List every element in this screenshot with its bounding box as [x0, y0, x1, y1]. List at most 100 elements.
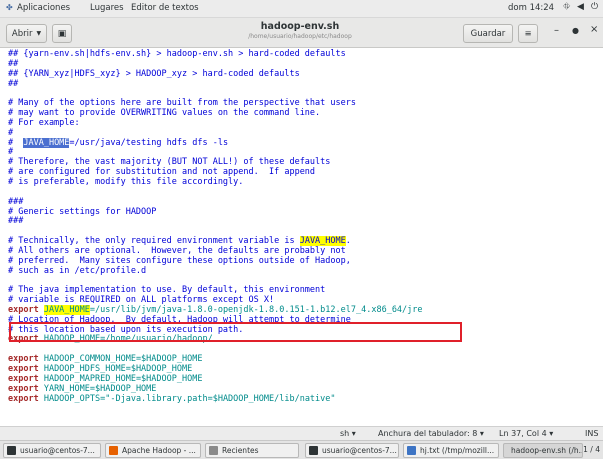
terminal-icon: [309, 446, 318, 455]
code-token: #: [8, 127, 14, 138]
taskbar-item-label: usuario@centos-7...: [322, 446, 397, 455]
code-token: # Many of the options here are built fro…: [8, 98, 356, 109]
code-token: HADOOP_OPTS="-Djava.library.path=$HADOOP…: [43, 393, 336, 404]
code-line[interactable]: ##: [8, 78, 423, 90]
taskbar-item-label: usuario@centos-7...: [20, 446, 95, 455]
close-icon[interactable]: ×: [590, 24, 598, 35]
code-token: # are configured for substitution and no…: [8, 167, 316, 178]
hamburger-icon: ≡: [524, 28, 532, 39]
code-token: export: [8, 304, 44, 315]
document-path: /home/usuario/hadoop/etc/hadoop: [248, 33, 352, 40]
code-token: ###: [8, 216, 24, 227]
taskbar-item-label: hadoop-env.sh (/h...: [511, 446, 583, 455]
code-token: ## {yarn-env.sh|hdfs-env.sh} > hadoop-en…: [8, 49, 346, 59]
code-token: =/usr/lib/jvm/java-1.8.0-openjdk-1.8.0.1…: [89, 304, 423, 315]
taskbar-item[interactable]: Recientes: [205, 443, 299, 458]
code-token: ##: [8, 78, 19, 89]
code-token: # is preferable, modify this file accord…: [8, 176, 244, 187]
tab-width-selector[interactable]: Anchura del tabulador: 8 ▾: [378, 429, 484, 438]
open-label: Abrir: [11, 28, 33, 39]
clock[interactable]: dom 14:24: [508, 3, 554, 13]
places-menu[interactable]: Lugares: [90, 3, 124, 13]
taskbar-item-label: hj.txt (/tmp/mozill...: [420, 446, 495, 455]
applications-label: Aplicaciones: [17, 3, 71, 13]
code-token: JAVA_HOME: [299, 236, 346, 247]
menu-button[interactable]: ≡: [518, 24, 538, 43]
code-token: export: [8, 373, 44, 384]
taskbar: usuario@centos-7... Apache Hadoop - ... Re…: [0, 440, 603, 459]
code-token: HADOOP_COMMON_HOME=$HADOOP_HOME: [43, 354, 203, 365]
document-title: hadoop-env.sh: [260, 21, 340, 32]
code-token: # For example:: [8, 117, 80, 128]
code-token: JAVA_HOME: [23, 137, 70, 148]
cursor-position[interactable]: Ln 37, Col 4 ▾: [499, 429, 553, 438]
text-editor-area[interactable]: ## {yarn-env.sh|hdfs-env.sh} > hadoop-en…: [0, 49, 603, 426]
code-token: # Therefore, the vast majority (BUT NOT …: [8, 157, 331, 168]
insert-mode: INS: [585, 429, 599, 438]
save-button[interactable]: Guardar: [463, 24, 513, 43]
code-token: JAVA_HOME: [43, 304, 90, 315]
code-line[interactable]: # is preferable, modify this file accord…: [8, 176, 423, 188]
code-token: HADOOP_HDFS_HOME=$HADOOP_HOME: [43, 364, 193, 374]
code-token: ###: [8, 196, 24, 207]
code-token: export: [8, 393, 44, 404]
header-bar: Abrir ▼ ▣ hadoop-env.sh /home/usuario/had…: [0, 18, 603, 48]
code-token: # Generic settings for HADOOP: [8, 206, 157, 217]
code-token: .: [345, 236, 351, 247]
open-button[interactable]: Abrir ▼: [6, 24, 47, 43]
code-content[interactable]: ## {yarn-env.sh|hdfs-env.sh} > hadoop-en…: [8, 49, 423, 405]
code-token: #: [8, 137, 24, 148]
code-token: export: [8, 354, 44, 365]
code-token: export: [8, 364, 44, 374]
code-token: # Technically, the only required environ…: [8, 236, 300, 247]
language-selector[interactable]: sh ▾: [340, 429, 356, 438]
code-token: =/usr/java/testing hdfs dfs -ls: [69, 137, 229, 148]
terminal-icon: [7, 446, 16, 455]
code-line[interactable]: [8, 188, 423, 198]
minimize-icon[interactable]: –: [554, 25, 559, 36]
applications-icon: ✤: [6, 3, 13, 12]
code-token: # such as in /etc/profile.d: [8, 265, 147, 276]
code-token: HADOOP_MAPRED_HOME=$HADOOP_HOME: [43, 373, 203, 384]
code-token: YARN_HOME=$HADOOP_HOME: [43, 383, 157, 394]
new-document-icon: ▣: [57, 28, 67, 39]
code-line[interactable]: ## {yarn-env.sh|hdfs-env.sh} > hadoop-en…: [8, 49, 423, 60]
text-editor-menu[interactable]: Editor de textos: [131, 3, 199, 13]
code-token: # All others are optional. However, the …: [8, 245, 346, 256]
taskbar-item[interactable]: Apache Hadoop - ...: [105, 443, 201, 458]
code-line[interactable]: ## {YARN_xyz|HDFS_xyz} > HADOOP_xyz > ha…: [8, 68, 423, 80]
taskbar-item-label: Apache Hadoop - ...: [122, 446, 196, 455]
code-line[interactable]: export HADOOP_OPTS="-Djava.library.path=…: [8, 393, 423, 405]
taskbar-item[interactable]: hadoop-env.sh (/h...: [503, 443, 583, 458]
new-document-button[interactable]: ▣: [52, 24, 72, 43]
taskbar-item[interactable]: usuario@centos-7...: [305, 443, 399, 458]
status-bar: sh ▾ Anchura del tabulador: 8 ▾ Ln 37, C…: [0, 426, 603, 440]
taskbar-item-label: Recientes: [222, 446, 259, 455]
code-token: # The java implementation to use. By def…: [8, 285, 326, 296]
code-line[interactable]: # such as in /etc/profile.d: [8, 265, 423, 277]
code-line[interactable]: ###: [8, 216, 423, 227]
firefox-icon: [109, 446, 118, 455]
taskbar-item[interactable]: hj.txt (/tmp/mozill...: [403, 443, 499, 458]
top-bar: ✤ Aplicaciones Lugares Editor de textos d…: [0, 0, 603, 18]
taskbar-item[interactable]: usuario@centos-7...: [3, 443, 101, 458]
applications-menu[interactable]: ✤ Aplicaciones: [6, 3, 70, 13]
code-token: # variable is REQUIRED on ALL platforms …: [8, 295, 275, 306]
code-token: # may want to provide OVERWRITING values…: [8, 108, 321, 119]
code-token: export: [8, 383, 44, 394]
code-line[interactable]: # JAVA_HOME=/usr/java/testing hdfs dfs -…: [8, 137, 423, 149]
code-token: #: [8, 147, 14, 158]
maximize-icon[interactable]: ●: [572, 26, 579, 35]
code-line[interactable]: # Generic settings for HADOOP: [8, 206, 423, 218]
volume-icon[interactable]: ◀: [577, 2, 584, 12]
workspace-pager[interactable]: 1 / 4: [583, 445, 600, 454]
code-line[interactable]: # For example:: [8, 117, 423, 129]
chevron-down-icon: ▼: [36, 30, 42, 37]
folder-icon: [209, 446, 218, 455]
power-icon[interactable]: ⏻: [591, 2, 598, 12]
code-token: ## {YARN_xyz|HDFS_xyz} > HADOOP_xyz > ha…: [8, 68, 300, 79]
text-editor-icon: [407, 446, 416, 455]
code-token: ##: [8, 58, 19, 69]
window-title: hadoop-env.sh /home/usuario/hadoop/etc/h…: [200, 21, 400, 40]
network-icon[interactable]: ⛗: [563, 2, 570, 12]
